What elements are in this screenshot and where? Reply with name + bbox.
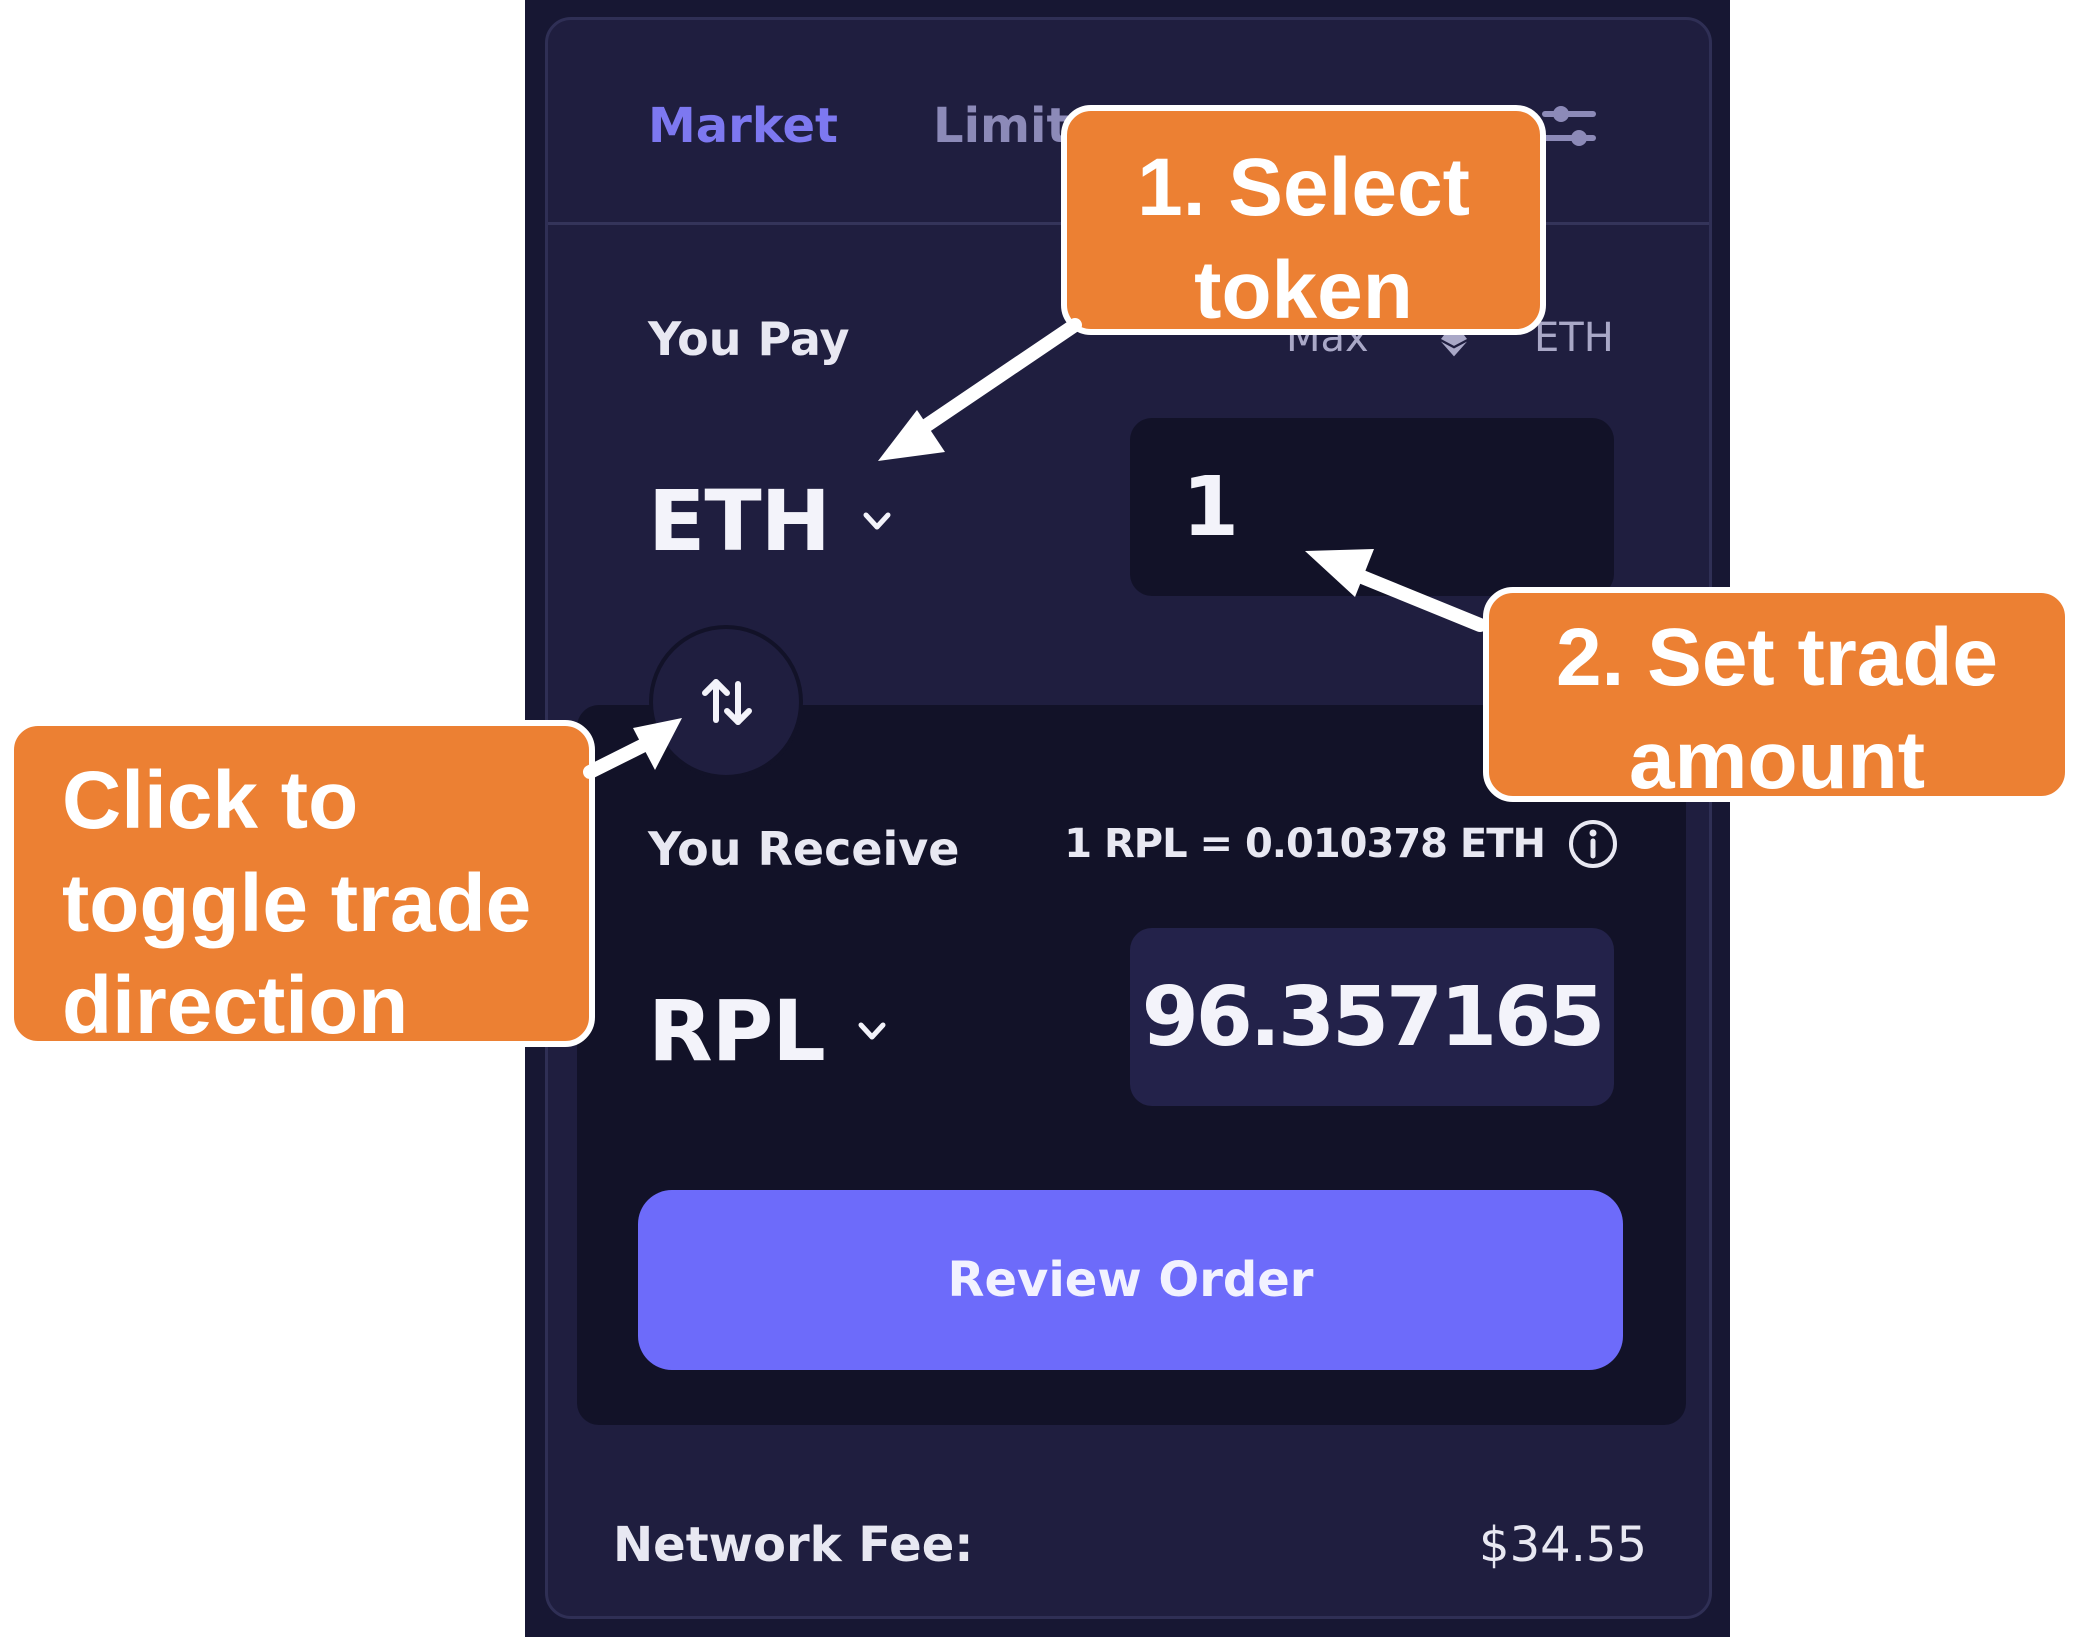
- pay-token-name: ETH: [648, 472, 831, 570]
- you-receive-label: You Receive: [648, 822, 960, 876]
- network-fee-value: $34.55: [1479, 1517, 1647, 1573]
- pay-token-select[interactable]: ETH: [648, 472, 894, 570]
- pay-amount-input[interactable]: 1: [1130, 418, 1614, 596]
- rate-text: 1 RPL = 0.010378 ETH: [1064, 821, 1546, 867]
- tab-limit[interactable]: Limit: [933, 98, 1069, 154]
- settings-sliders-icon[interactable]: [1539, 96, 1599, 156]
- callout-line: 1. Select: [1137, 142, 1470, 233]
- callout-line: amount: [1628, 714, 1926, 806]
- callout-line: direction: [62, 960, 409, 1051]
- callout-line: Click to: [62, 755, 359, 846]
- callout-line: token: [1194, 244, 1413, 336]
- callout-select-token: 1. Select token: [1061, 105, 1546, 336]
- swap-direction-button[interactable]: [649, 625, 803, 779]
- callout-toggle-direction: Click to toggle trade direction: [8, 720, 595, 1051]
- tab-market[interactable]: Market: [648, 98, 838, 154]
- you-pay-label: You Pay: [648, 312, 850, 366]
- callout-set-amount: 2. Set trade amount: [1483, 587, 2071, 806]
- swap-arrows-icon: [702, 679, 752, 725]
- callout-line: 2. Set trade: [1555, 612, 1999, 703]
- info-icon[interactable]: [1567, 818, 1619, 870]
- network-fee-label: Network Fee:: [613, 1517, 974, 1573]
- callout-line: toggle trade: [62, 857, 532, 949]
- chevron-down-icon: [863, 512, 891, 530]
- review-order-button[interactable]: Review Order: [638, 1190, 1623, 1370]
- chevron-down-icon: [858, 1022, 886, 1040]
- receive-token-name: RPL: [648, 982, 826, 1080]
- exchange-rate: 1 RPL = 0.010378 ETH: [1064, 818, 1619, 870]
- receive-amount-field: 96.357165: [1130, 928, 1614, 1106]
- receive-token-select[interactable]: RPL: [648, 982, 889, 1080]
- balance-unit: ETH: [1534, 315, 1614, 361]
